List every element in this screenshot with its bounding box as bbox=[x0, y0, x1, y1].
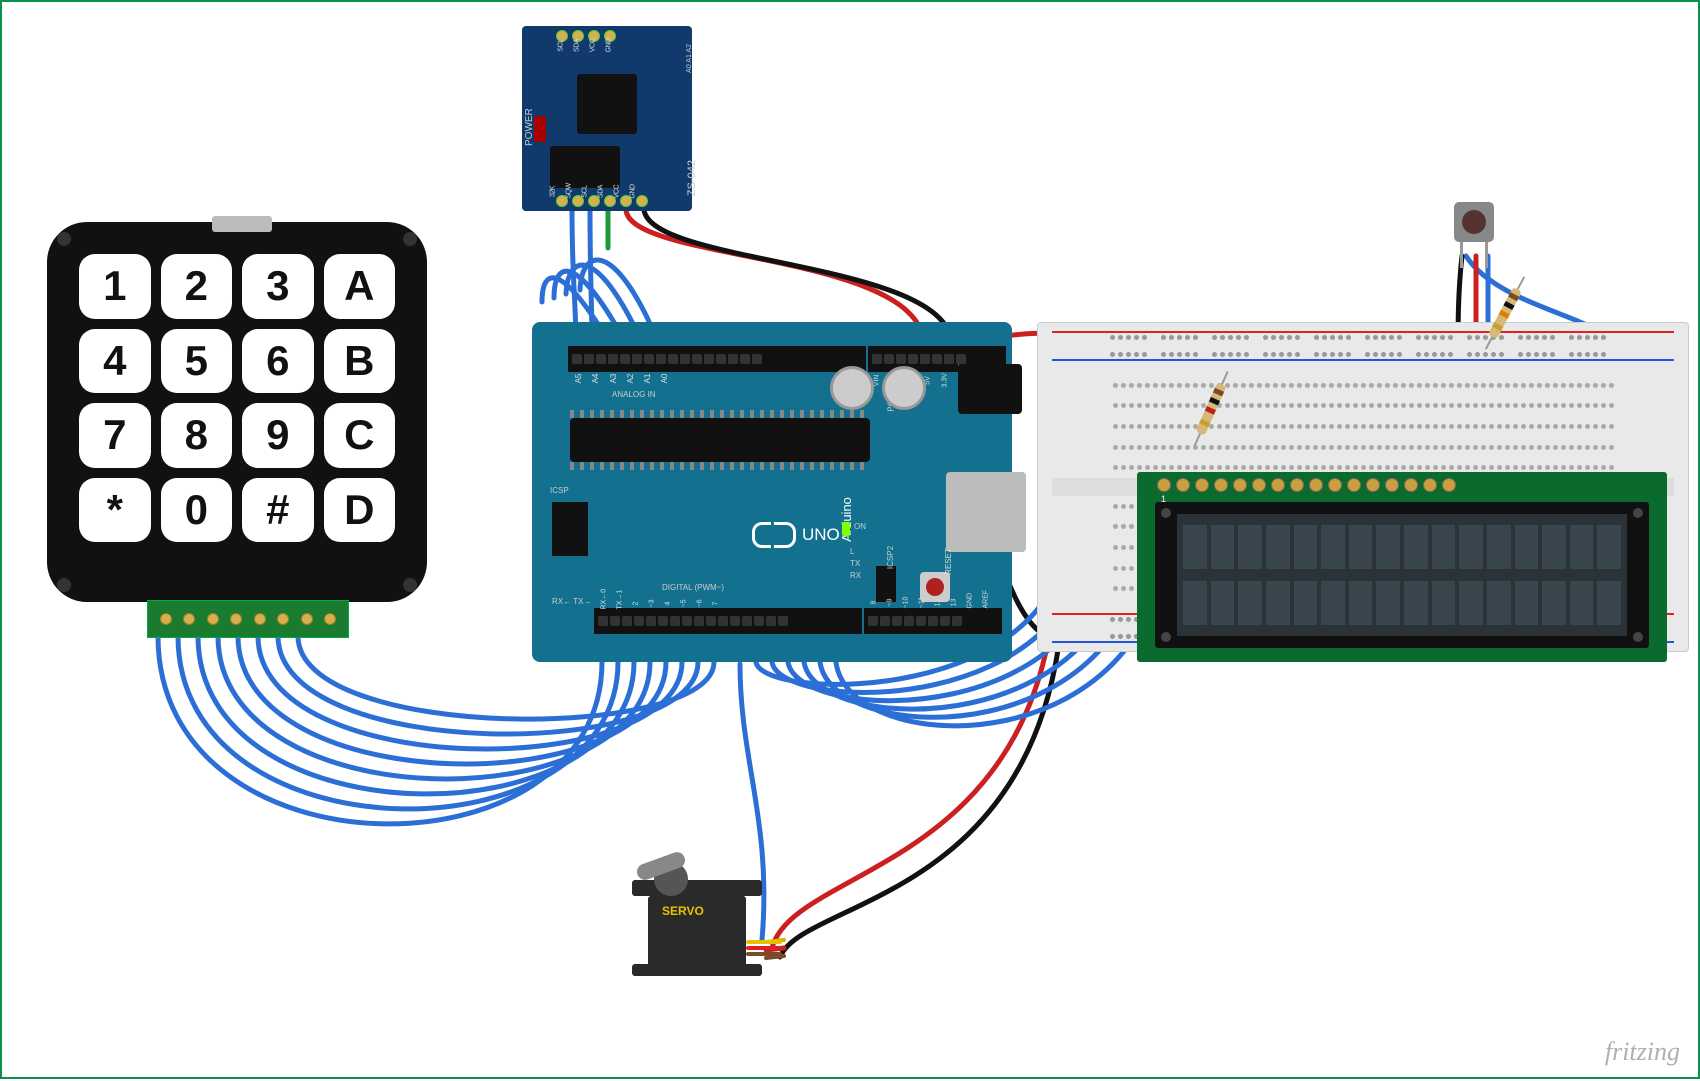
servo-signal-wire bbox=[746, 940, 782, 944]
arduino-usb-port[interactable] bbox=[946, 472, 1026, 552]
servo-gnd-wire bbox=[746, 952, 782, 956]
rtc-power-label: POWER bbox=[524, 108, 535, 146]
arduino-digital-labels-right: 8 ~9 ~10 ~11 12 13 GND AREF bbox=[868, 599, 992, 606]
arduino-analog-header[interactable] bbox=[568, 346, 866, 372]
lcd-pin-header[interactable] bbox=[1157, 478, 1456, 492]
servo-label: SERVO bbox=[662, 904, 704, 918]
rtc-chip-ds3231 bbox=[577, 74, 637, 134]
lcd-16x2: 1 bbox=[1137, 472, 1667, 662]
arduino-model-label: UNO bbox=[802, 525, 840, 545]
arduino-on-label: ON bbox=[854, 522, 866, 531]
tactile-push-button[interactable] bbox=[1454, 202, 1494, 242]
rtc-extra-pins-label: A0 A1 A2 bbox=[686, 44, 693, 73]
arduino-digital-group-label: DIGITAL (PWM~) bbox=[662, 583, 724, 592]
arduino-barrel-jack[interactable] bbox=[958, 364, 1022, 414]
lcd-bezel bbox=[1155, 502, 1649, 648]
rtc-power-led bbox=[534, 116, 546, 142]
arduino-icsp-header[interactable] bbox=[552, 502, 588, 556]
key-hash[interactable]: # bbox=[242, 478, 314, 543]
key-5[interactable]: 5 bbox=[161, 329, 233, 394]
key-4[interactable]: 4 bbox=[79, 329, 151, 394]
key-2[interactable]: 2 bbox=[161, 254, 233, 319]
rtc-labels-top: SCL SDA VCC GND bbox=[554, 42, 616, 49]
arduino-atmega-chip bbox=[570, 418, 870, 462]
keypad-notch bbox=[212, 216, 272, 232]
diagram-canvas: 1 2 3 A 4 5 6 B 7 8 9 C * 0 # D SCL S bbox=[0, 0, 1700, 1079]
arduino-digital-labels-left: RX←0 TX→1 2 ~3 4 ~5 ~6 7 bbox=[598, 600, 722, 607]
rtc-labels-bottom: 32K SQW SCL SDA VCC GND bbox=[546, 188, 640, 195]
servo-wire-bundle bbox=[746, 940, 782, 956]
keypad-4x4: 1 2 3 A 4 5 6 B 7 8 9 C * 0 # D bbox=[47, 222, 427, 602]
key-0[interactable]: 0 bbox=[161, 478, 233, 543]
key-star[interactable]: * bbox=[79, 478, 151, 543]
arduino-analog-group-label: ANALOG IN bbox=[612, 390, 656, 399]
key-9[interactable]: 9 bbox=[242, 403, 314, 468]
arduino-infinity-icon bbox=[752, 522, 796, 548]
key-7[interactable]: 7 bbox=[79, 403, 151, 468]
arduino-reset-label: RESET bbox=[944, 548, 953, 575]
rtc-ds3231-module: SCL SDA VCC GND A0 A1 A2 POWER ZS-042 32… bbox=[522, 26, 692, 211]
lcd-display-area bbox=[1177, 514, 1627, 636]
rtc-model-label: ZS-042 bbox=[686, 160, 698, 196]
arduino-logo: UNO bbox=[752, 522, 840, 548]
arduino-on-led bbox=[842, 522, 850, 536]
rtc-eeprom-chip bbox=[550, 146, 620, 188]
servo-sg90: SERVO bbox=[632, 880, 762, 976]
key-c[interactable]: C bbox=[324, 403, 396, 468]
arduino-digital-header-left[interactable] bbox=[594, 608, 862, 634]
arduino-capacitors bbox=[830, 366, 926, 410]
key-a[interactable]: A bbox=[324, 254, 396, 319]
key-3[interactable]: 3 bbox=[242, 254, 314, 319]
arduino-txrx-labels: L TX RX bbox=[850, 546, 861, 582]
arduino-rxtx-arrow-labels: RX← TX→ bbox=[552, 597, 591, 606]
breadboard-power-rail-top[interactable] bbox=[1052, 329, 1674, 363]
key-1[interactable]: 1 bbox=[79, 254, 151, 319]
arduino-icsp2-label: ICSP2 bbox=[886, 546, 895, 569]
key-b[interactable]: B bbox=[324, 329, 396, 394]
fritzing-watermark: fritzing bbox=[1605, 1037, 1680, 1067]
arduino-analog-labels: A5 A4 A3 A2 A1 A0 bbox=[572, 374, 671, 383]
key-d[interactable]: D bbox=[324, 478, 396, 543]
keypad-grid: 1 2 3 A 4 5 6 B 7 8 9 C * 0 # D bbox=[79, 254, 395, 542]
key-6[interactable]: 6 bbox=[242, 329, 314, 394]
arduino-digital-header-right[interactable] bbox=[864, 608, 1002, 634]
key-8[interactable]: 8 bbox=[161, 403, 233, 468]
arduino-icsp-label: ICSP bbox=[550, 486, 569, 495]
servo-vcc-wire bbox=[746, 946, 782, 950]
arduino-uno-board: A5 A4 A3 A2 A1 A0 VIN GND GND 5V 3.3V RE… bbox=[532, 322, 1012, 662]
keypad-pin-strip bbox=[147, 600, 349, 638]
